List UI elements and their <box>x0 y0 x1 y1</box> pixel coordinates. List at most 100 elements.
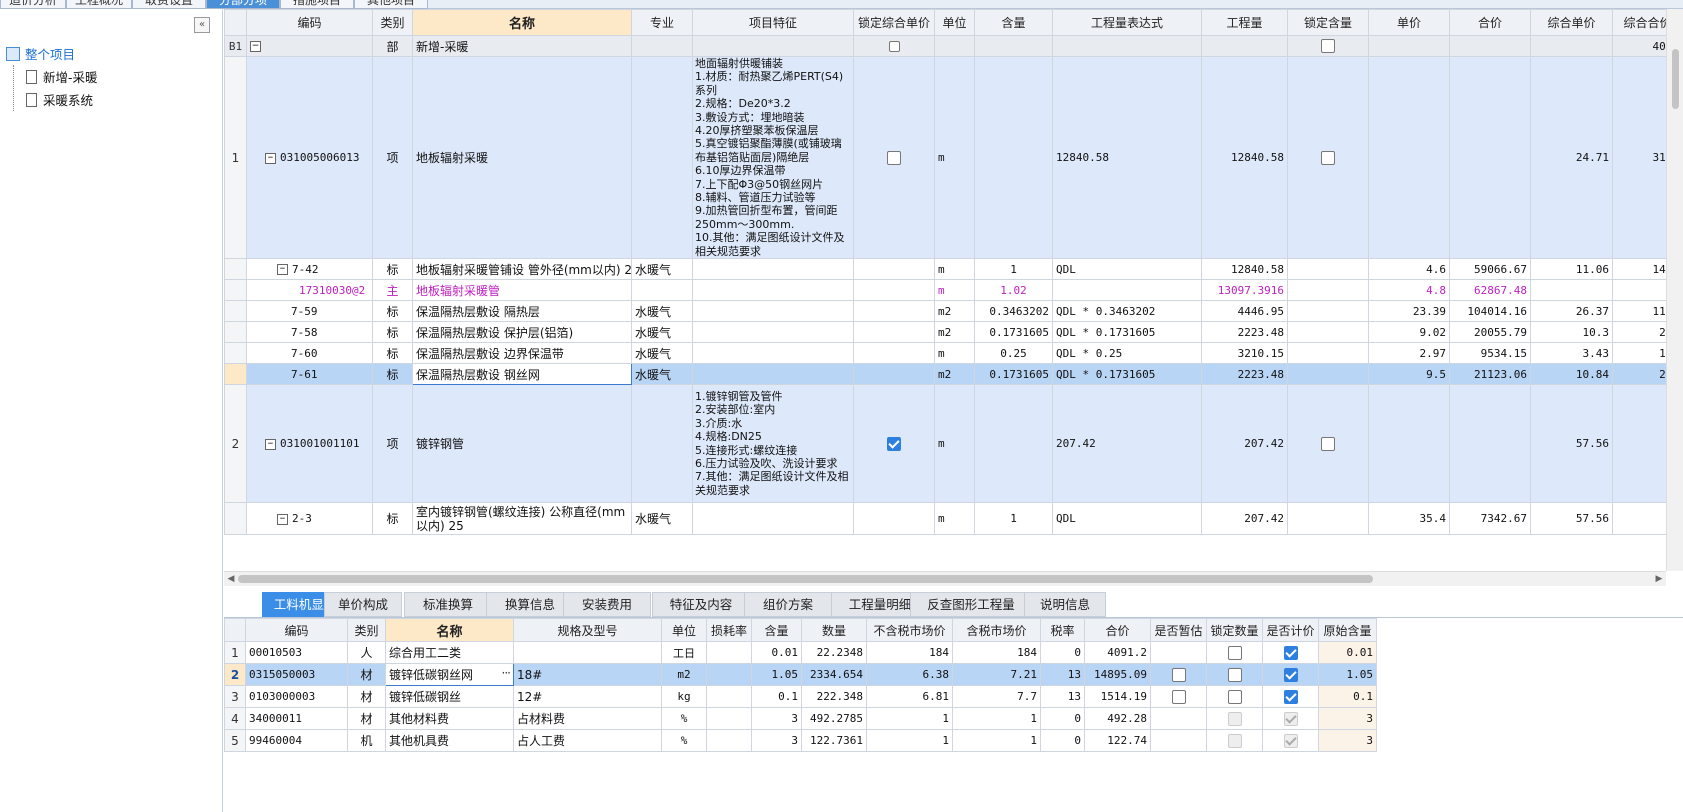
name-cell[interactable]: 保温隔热层敷设 边界保温带 <box>412 342 632 365</box>
tab-description[interactable]: 说明信息 <box>1024 592 1106 617</box>
scroll-thumb[interactable] <box>1672 49 1679 109</box>
col-unit[interactable]: 单位 <box>661 618 707 642</box>
col-type[interactable]: 类别 <box>372 9 413 36</box>
priced-checkbox[interactable] <box>1283 645 1298 660</box>
expr-cell[interactable]: QDL <box>1052 258 1202 281</box>
vertical-scrollbar[interactable] <box>1666 9 1683 571</box>
lock-qty-checkbox[interactable] <box>1227 689 1242 704</box>
col-lock-price[interactable]: 锁定综合单价 <box>853 9 935 36</box>
expr-cell[interactable]: QDL * 0.3463202 <box>1052 300 1202 323</box>
col-orig-qty[interactable]: 原始含量 <box>1318 618 1377 642</box>
resource-row[interactable]: 3 0103000003 材镀锌低碳钢丝 12# kg 0.1 222.348 6.81 7.7… <box>224 685 1377 708</box>
provisional-checkbox[interactable] <box>1171 667 1186 682</box>
tab-pricing-scheme[interactable]: 组价方案 <box>744 592 832 617</box>
tab-other-items[interactable]: 其他项目 <box>354 0 428 9</box>
resource-row[interactable]: 5 99460004 机其他机具费 占人工费% 3 122.7361 1 1 0 122.74 3 <box>224 729 1377 752</box>
table-row[interactable]: 1 −031005006013 项 地板辐射采暖 地面辐射供暖铺装 1.材质：耐… <box>224 55 1683 260</box>
tree-item-new-heating[interactable]: 新增-采暖 <box>26 68 98 88</box>
col-qty-per[interactable]: 含量 <box>751 618 802 642</box>
scroll-thumb[interactable] <box>238 575 1373 583</box>
collapse-toggle-icon[interactable]: − <box>250 41 261 52</box>
expr-cell[interactable]: QDL * 0.25 <box>1052 342 1202 365</box>
name-cell[interactable]: 其他机具费 <box>385 729 514 752</box>
collapse-toggle-icon[interactable]: − <box>277 513 288 525</box>
expr-cell[interactable] <box>1052 279 1202 302</box>
col-qty[interactable]: 工程量 <box>1201 9 1288 36</box>
name-cell[interactable]: 保温隔热层敷设 隔热层 <box>412 300 632 323</box>
col-qty-per[interactable]: 含量 <box>974 9 1053 36</box>
expr-cell[interactable]: 207.42 <box>1052 384 1202 504</box>
priced-checkbox[interactable] <box>1283 667 1298 682</box>
lock-price-checkbox[interactable] <box>887 150 901 165</box>
name-cell-editing[interactable]: 保温隔热层敷设 钢丝网 <box>412 363 632 386</box>
table-row[interactable]: 17310030@2 主 地板辐射采暖管 m 1.02 13097.3916 4… <box>224 279 1683 302</box>
col-loss-rate[interactable]: 损耗率 <box>706 618 752 642</box>
table-row[interactable]: −2-3 标 室内镀锌钢管(螺纹连接) 公称直径(mm以内) 25 水暖气 m … <box>224 502 1683 536</box>
name-cell[interactable]: 镀锌低碳钢丝网 ··· <box>385 663 514 686</box>
table-row[interactable]: 7-60 标 保温隔热层敷设 边界保温带 水暖气 m 0.25 QDL * 0.… <box>224 342 1683 365</box>
tab-fee-settings[interactable]: 取费设置 <box>132 0 206 9</box>
col-total[interactable]: 合价 <box>1084 618 1151 642</box>
collapse-toggle-icon[interactable]: − <box>265 152 276 164</box>
expr-cell[interactable]: QDL <box>1052 502 1202 536</box>
name-cell[interactable]: 保温隔热层敷设 保护层(铝箔) <box>412 321 632 344</box>
col-lock-qty[interactable]: 锁定数量 <box>1206 618 1263 642</box>
collapse-panel-icon[interactable]: « <box>194 17 210 33</box>
lock-qty-checkbox[interactable] <box>1321 436 1335 451</box>
tab-cost-analysis[interactable]: 造价分析 <box>0 0 66 9</box>
tab-items[interactable]: 分部分项 <box>206 0 280 9</box>
col-price[interactable]: 单价 <box>1368 9 1450 36</box>
lock-price-checkbox[interactable] <box>888 41 900 52</box>
table-row[interactable]: 7-58 标 保温隔热层敷设 保护层(铝箔) 水暖气 m2 0.1731605 … <box>224 321 1683 344</box>
tab-features-content[interactable]: 特征及内容 <box>652 592 750 617</box>
name-cell[interactable]: 室内镀锌钢管(螺纹连接) 公称直径(mm以内) 25 <box>412 502 632 536</box>
name-cell[interactable]: 镀锌低碳钢丝 <box>385 685 514 708</box>
collapse-toggle-icon[interactable]: − <box>277 264 288 276</box>
provisional-checkbox[interactable] <box>1171 689 1186 704</box>
col-unit-comp[interactable]: 综合单价 <box>1530 9 1613 36</box>
table-row[interactable]: 7-59 标 保温隔热层敷设 隔热层 水暖气 m2 0.3463202 QDL … <box>224 300 1683 323</box>
more-options-icon[interactable]: ··· <box>502 666 512 680</box>
col-provisional[interactable]: 是否暂估 <box>1150 618 1207 642</box>
col-tax-rate[interactable]: 税率 <box>1040 618 1085 642</box>
expr-cell[interactable]: QDL * 0.1731605 <box>1052 363 1202 386</box>
table-row[interactable]: −7-42 标 地板辐射采暖管铺设 管外径(mm以内) 20 水暖气 m 1 Q… <box>224 258 1683 281</box>
col-qty[interactable]: 数量 <box>801 618 867 642</box>
name-cell[interactable]: 其他材料费 <box>385 707 514 730</box>
col-priced[interactable]: 是否计价 <box>1262 618 1319 642</box>
tree-root-whole-project[interactable]: 整个项目 <box>6 45 75 65</box>
feature-cell[interactable]: 地面辐射供暖铺装 1.材质：耐热聚乙烯PERT(S4)系列 2.规格：De20*… <box>692 55 854 260</box>
priced-checkbox[interactable] <box>1283 689 1298 704</box>
col-type[interactable]: 类别 <box>347 618 386 642</box>
table-row-selected[interactable]: 7-61 标 保温隔热层敷设 钢丝网 水暖气 m2 0.1731605 QDL … <box>224 363 1683 386</box>
col-name[interactable]: 名称 <box>412 9 632 36</box>
name-cell[interactable]: 综合用工二类 <box>385 641 514 664</box>
resource-row[interactable]: 1 00010503 人综合用工二类 工日 0.01 22.2348 184 184 0 4091… <box>224 641 1377 664</box>
name-cell[interactable]: 新增-采暖 <box>412 35 632 57</box>
col-spec[interactable]: 规格及型号 <box>513 618 662 642</box>
horizontal-scrollbar[interactable]: ◀ ▶ <box>224 571 1666 586</box>
tab-standard-conversion[interactable]: 标准换算 <box>404 592 492 617</box>
tab-unit-price-composition[interactable]: 单价构成 <box>324 592 402 617</box>
tree-item-heating-system[interactable]: 采暖系统 <box>26 91 93 111</box>
expr-cell[interactable]: 12840.58 <box>1052 55 1202 260</box>
name-cell[interactable]: 地板辐射采暖管 <box>412 279 632 302</box>
col-discipline[interactable]: 专业 <box>631 9 693 36</box>
table-row[interactable]: 2 −031001001101 项 镀锌钢管 1.镀锌钢管及管件 2.安装部位:… <box>224 384 1683 504</box>
section-row[interactable]: B1 − 部 新增-采暖 4066 <box>224 35 1683 57</box>
name-cell[interactable]: 镀锌钢管 <box>412 384 632 504</box>
lock-qty-checkbox[interactable] <box>1227 667 1242 682</box>
lock-qty-checkbox[interactable] <box>1321 39 1335 54</box>
tab-conversion-info[interactable]: 换算信息 <box>486 592 574 617</box>
name-cell[interactable]: 地板辐射采暖 <box>412 55 632 260</box>
col-price-in-tax[interactable]: 含税市场价 <box>952 618 1041 642</box>
name-cell[interactable]: 地板辐射采暖管铺设 管外径(mm以内) 20 <box>412 258 632 281</box>
collapse-toggle-icon[interactable]: − <box>265 438 276 450</box>
feature-cell[interactable]: 1.镀锌钢管及管件 2.安装部位:室内 3.介质:水 4.规格:DN25 5.连… <box>692 384 854 504</box>
lock-qty-checkbox[interactable] <box>1227 645 1242 660</box>
col-lock-qty[interactable]: 锁定含量 <box>1287 9 1369 36</box>
resource-row[interactable]: 4 34000011 材其他材料费 占材料费% 3 492.2785 1 1 0 492.28 3 <box>224 707 1377 730</box>
tab-measures[interactable]: 措施项目 <box>280 0 354 9</box>
col-unit[interactable]: 单位 <box>934 9 975 36</box>
col-expr[interactable]: 工程量表达式 <box>1052 9 1202 36</box>
